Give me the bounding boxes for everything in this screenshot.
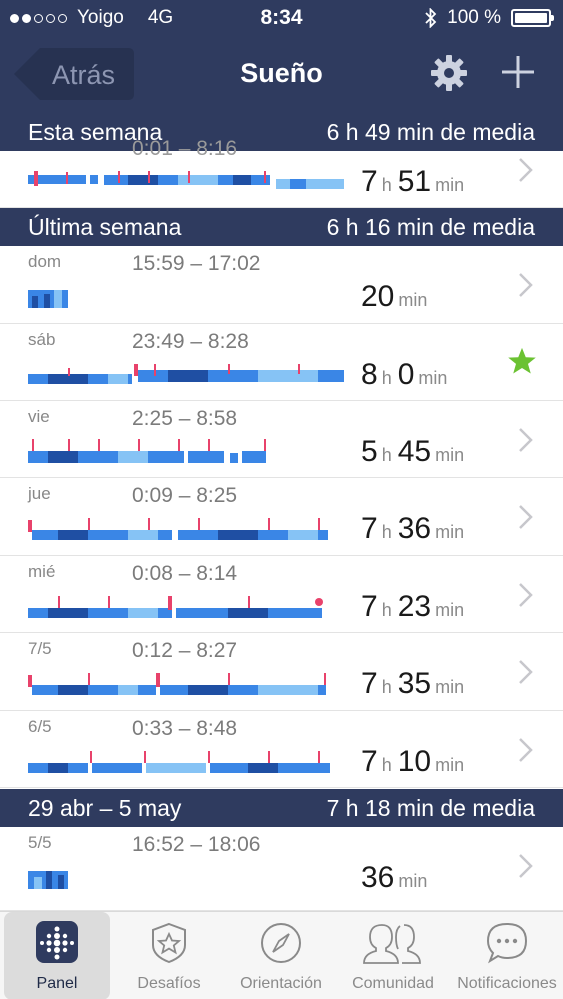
sleep-duration: 7 h 23 min (361, 590, 465, 623)
status-bar: Yoigo 4G 8:34 100 % (0, 0, 563, 36)
sleep-duration: 36 min (361, 861, 428, 894)
page-title: Sueño (240, 58, 323, 88)
tab-label: Desafíos (137, 975, 201, 992)
sleep-duration: 20 min (361, 280, 428, 313)
sleep-duration: 7 h 10 min (361, 745, 465, 778)
sleep-range: 0:12 – 8:27 (132, 639, 238, 662)
sleep-row[interactable]: 6/5 0:33 – 8:48 7 h 10 min (0, 711, 563, 788)
chevron-right-icon (519, 583, 533, 607)
battery-percent: 100 % (447, 7, 501, 28)
sleep-day: mié (28, 562, 56, 581)
section-header-previous-week: 29 abr – 5 may 7 h 18 min de media (0, 789, 563, 827)
sleep-day: jue (28, 484, 51, 503)
status-right: 100 % (425, 7, 554, 29)
sleep-duration: 5 h 45 min (361, 435, 465, 468)
sleep-day: sáb (28, 330, 56, 349)
chevron-right-icon (519, 428, 533, 452)
sleep-row[interactable]: dom 15:59 – 17:02 20 min (0, 246, 563, 324)
sleep-day: 7/5 (28, 639, 52, 658)
sleep-bars (28, 673, 326, 695)
chevron-right-icon (519, 854, 533, 878)
tab-label: Panel (36, 975, 78, 992)
star-icon (508, 347, 536, 374)
sleep-bars (28, 364, 344, 384)
tab-bar: Panel Desafíos Orientación Comunidad Not… (0, 911, 563, 999)
sleep-row[interactable]: 5/5 16:52 – 18:06 36 min (0, 827, 563, 911)
chevron-right-icon (519, 505, 533, 529)
tab-guidance[interactable]: Orientación (228, 912, 334, 999)
gear-icon[interactable] (430, 54, 468, 92)
people-icon (363, 924, 421, 964)
tab-label: Notificaciones (457, 975, 557, 992)
sleep-bars (28, 871, 68, 889)
sleep-day: vie (28, 407, 50, 426)
sleep-day: 5/5 (28, 833, 52, 852)
sleep-range: 16:52 – 18:06 (132, 833, 261, 856)
fitbit-dots-icon (36, 921, 78, 963)
sleep-bars (28, 751, 330, 773)
sleep-bars (28, 518, 328, 540)
sleep-duration: 7 h 51 min (361, 165, 465, 198)
sleep-duration: 7 h 36 min (361, 512, 465, 545)
sleep-range: 23:49 – 8:28 (132, 330, 249, 353)
compass-icon (261, 923, 301, 963)
tab-community[interactable]: Comunidad (340, 912, 446, 999)
battery-icon (511, 9, 554, 27)
sleep-range: 0:09 – 8:25 (132, 484, 238, 507)
tab-panel[interactable]: Panel (4, 912, 110, 999)
sleep-range: 15:59 – 17:02 (132, 252, 261, 275)
sleep-row[interactable]: sáb 23:49 – 8:28 8 h 0 min (0, 324, 563, 401)
tab-challenges[interactable]: Desafíos (113, 912, 225, 999)
tab-label: Orientación (240, 975, 322, 992)
sleep-range: 0:08 – 8:14 (132, 562, 238, 585)
sleep-row[interactable]: 0:01 – 8:16 7 h 51 min (0, 137, 563, 208)
chevron-right-icon (519, 158, 533, 182)
bluetooth-icon (425, 8, 437, 28)
sleep-duration: 8 h 0 min (361, 358, 448, 391)
sleep-row[interactable]: jue 0:09 – 8:25 7 h 36 min (0, 478, 563, 556)
sleep-day: dom (28, 252, 62, 271)
sleep-bars (28, 290, 68, 308)
section-average: 7 h 18 min de media (326, 795, 535, 821)
tab-notifications[interactable]: Notificaciones (452, 912, 562, 999)
section-header-this-week: Esta semana 6 h 49 min de media (0, 113, 563, 151)
sleep-bars (28, 439, 266, 463)
section-header-last-week: Última semana 6 h 16 min de media (0, 208, 563, 246)
sleep-row[interactable]: 7/5 0:12 – 8:27 7 h 35 min (0, 633, 563, 711)
tab-label: Comunidad (352, 975, 434, 992)
sleep-bars (28, 596, 323, 618)
sleep-range: 0:01 – 8:16 (132, 137, 238, 160)
section-average: 6 h 49 min de media (326, 119, 535, 145)
nav-bar: Atrás Sueño (0, 40, 563, 110)
sleep-row[interactable]: mié 0:08 – 8:14 7 h 23 min (0, 556, 563, 633)
plus-icon[interactable] (500, 54, 536, 90)
sleep-duration: 7 h 35 min (361, 667, 465, 700)
section-average: 6 h 16 min de media (326, 214, 535, 240)
sleep-row[interactable]: vie 2:25 – 8:58 5 h 45 min (0, 401, 563, 478)
chat-bubble-icon (486, 922, 528, 964)
chevron-right-icon (519, 273, 533, 297)
section-title: Última semana (28, 214, 182, 240)
section-title: 29 abr – 5 may (28, 795, 182, 821)
sleep-range: 2:25 – 8:58 (132, 407, 238, 430)
sleep-day: 6/5 (28, 717, 52, 736)
chevron-right-icon (519, 738, 533, 762)
chevron-right-icon (519, 660, 533, 684)
sleep-bars (28, 171, 344, 189)
top-bar: Yoigo 4G 8:34 100 % Atrás Sueño (0, 0, 563, 113)
star-badge-icon (152, 922, 186, 964)
sleep-range: 0:33 – 8:48 (132, 717, 238, 740)
